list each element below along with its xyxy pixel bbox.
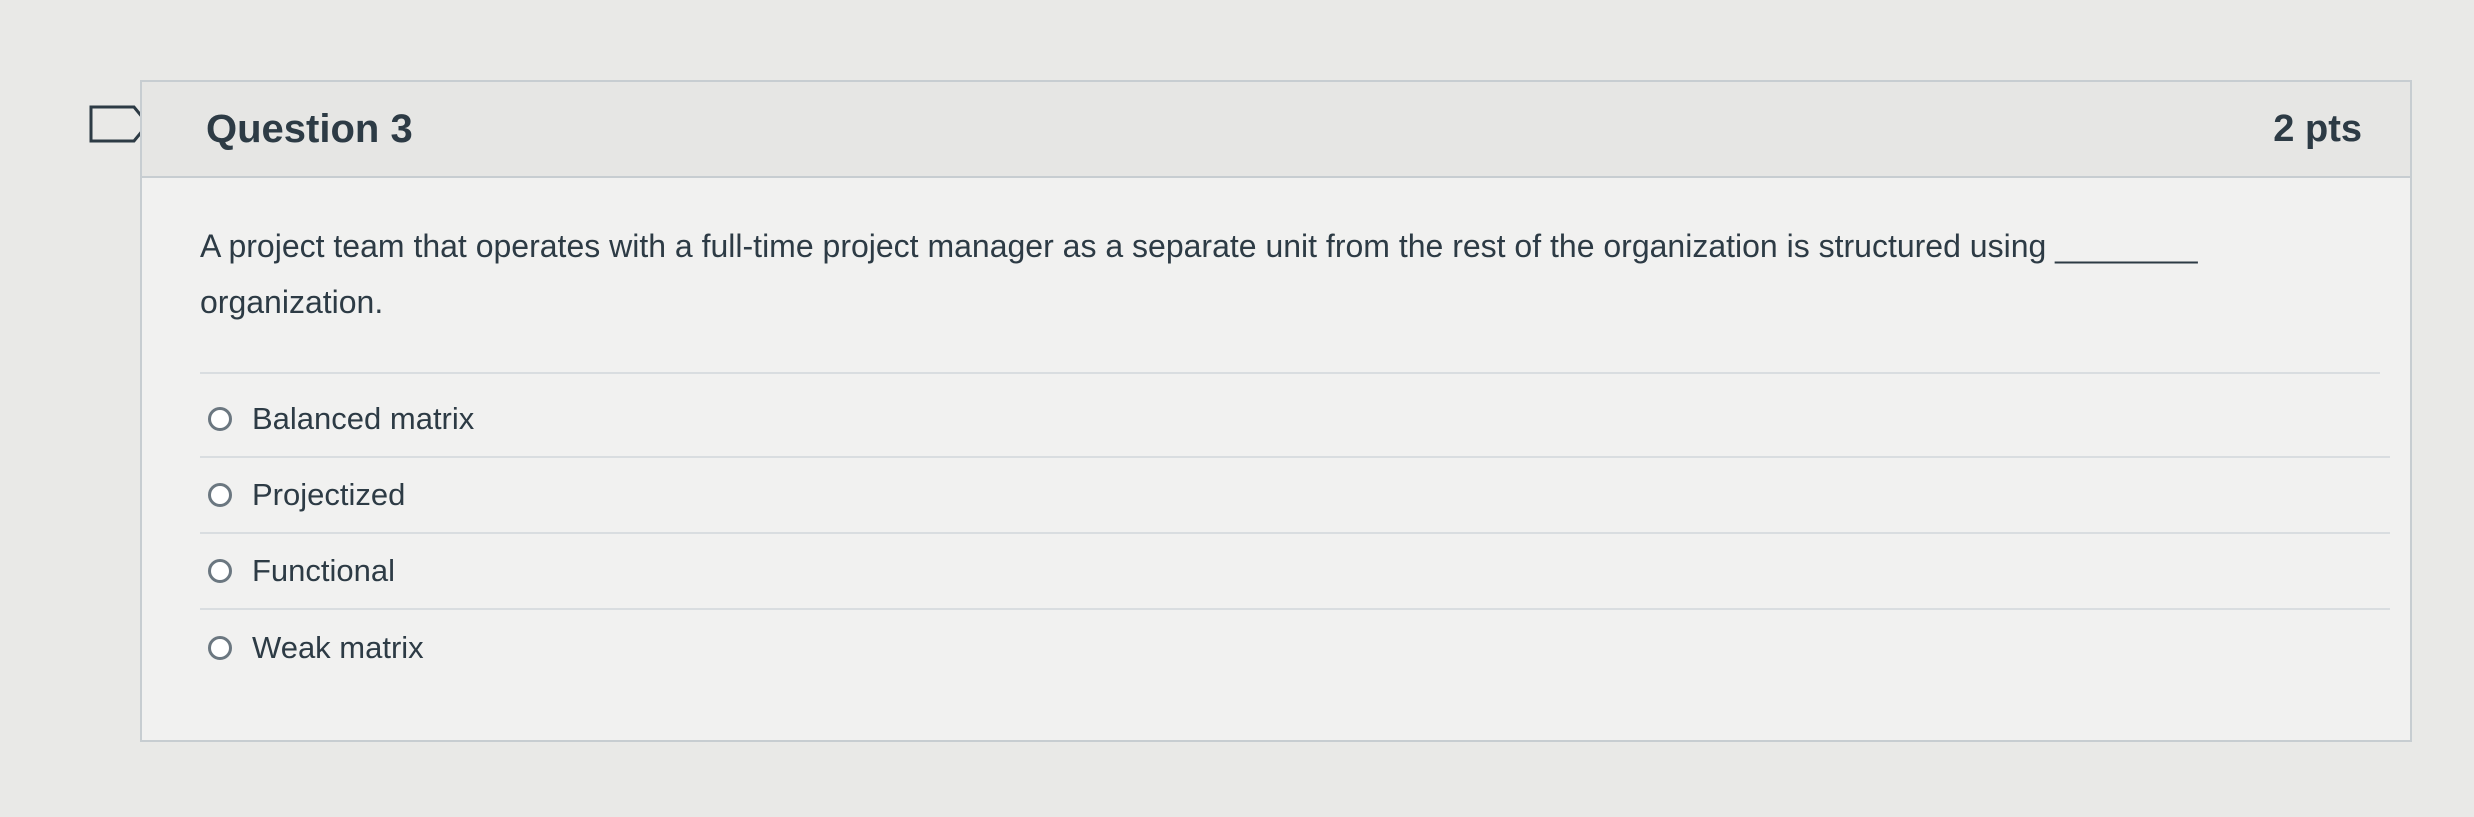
radio-button[interactable] — [208, 407, 232, 431]
question-text: A project team that operates with a full… — [200, 228, 2198, 320]
answer-option-projectized[interactable]: Projectized — [200, 458, 2390, 534]
answer-option-functional[interactable]: Functional — [200, 534, 2390, 610]
question-points: 2 pts — [2273, 107, 2362, 150]
answer-option-balanced-matrix[interactable]: Balanced matrix — [200, 382, 2390, 458]
answer-list: Balanced matrix Projectized Functional W… — [200, 382, 2390, 686]
question-title: Question 3 — [206, 106, 413, 151]
radio-button[interactable] — [208, 559, 232, 583]
divider — [200, 372, 2380, 374]
question-card: Question 3 2 pts A project team that ope… — [140, 80, 2412, 742]
question-body: A project team that operates with a full… — [142, 178, 2410, 686]
answer-label: Projectized — [252, 477, 406, 512]
answer-option-weak-matrix[interactable]: Weak matrix — [200, 610, 2390, 686]
question-header: Question 3 2 pts — [142, 82, 2410, 178]
answer-label: Weak matrix — [252, 630, 424, 665]
answer-label: Functional — [252, 553, 396, 588]
answer-label: Balanced matrix — [252, 401, 475, 436]
radio-button[interactable] — [208, 483, 232, 507]
radio-button[interactable] — [208, 636, 232, 660]
